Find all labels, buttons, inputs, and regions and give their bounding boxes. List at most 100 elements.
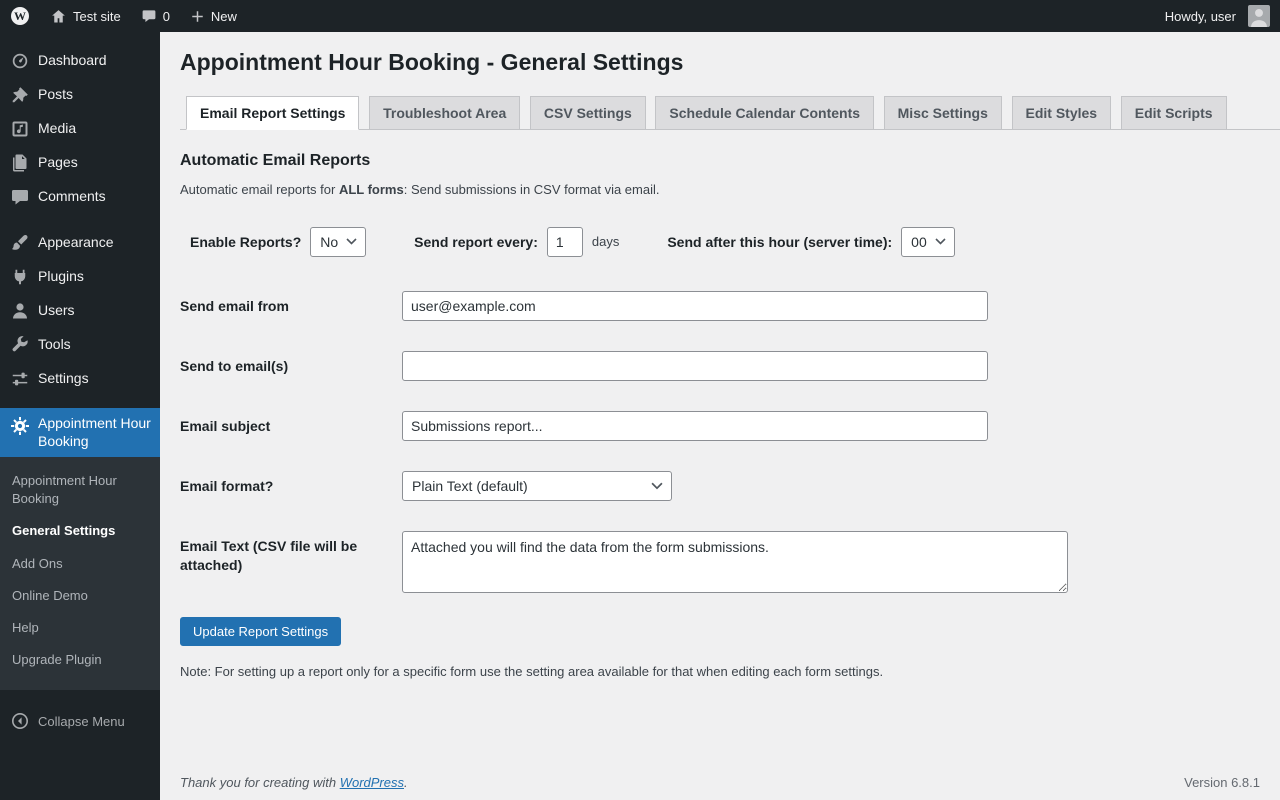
my-account[interactable]: Howdy, user	[1155, 0, 1280, 32]
appointment-submenu: Appointment Hour Booking General Setting…	[0, 457, 160, 690]
intro-suffix: : Send submissions in CSV format via ema…	[404, 182, 660, 197]
site-name-label: Test site	[73, 9, 121, 24]
main-content: Appointment Hour Booking - General Setti…	[160, 32, 1280, 800]
sidebar-item-label: Posts	[38, 86, 73, 104]
sidebar-item-label: Dashboard	[38, 52, 107, 70]
chevron-down-icon	[935, 238, 946, 245]
form-row-email-subject: Email subject	[180, 411, 1260, 441]
chevron-down-icon	[346, 238, 357, 245]
tab-edit-styles[interactable]: Edit Styles	[1012, 96, 1112, 130]
new-label: New	[211, 9, 237, 24]
submenu-item-upgrade-plugin[interactable]: Upgrade Plugin	[0, 644, 160, 676]
email-format-value: Plain Text (default)	[412, 478, 528, 494]
sidebar-item-media[interactable]: Media	[0, 112, 160, 146]
new-content-button[interactable]: New	[180, 0, 247, 32]
plus-icon	[190, 9, 205, 24]
chevron-down-icon	[651, 482, 663, 490]
gear-icon	[10, 416, 30, 436]
report-hour-select[interactable]: 00	[901, 227, 955, 257]
sidebar-item-label: Comments	[38, 188, 106, 206]
page-title: Appointment Hour Booking - General Setti…	[180, 46, 1260, 82]
email-format-select[interactable]: Plain Text (default)	[402, 471, 672, 501]
wordpress-logo[interactable]: W	[0, 0, 40, 32]
pushpin-icon	[10, 85, 30, 105]
wrench-icon	[10, 335, 30, 355]
comments-count: 0	[163, 9, 170, 24]
sidebar-item-label: Pages	[38, 154, 78, 172]
sidebar-item-settings[interactable]: Settings	[0, 362, 160, 396]
tab-troubleshoot-area[interactable]: Troubleshoot Area	[369, 96, 520, 130]
version-label: Version 6.8.1	[1184, 775, 1260, 790]
collapse-menu-label: Collapse Menu	[38, 714, 125, 729]
tab-edit-scripts[interactable]: Edit Scripts	[1121, 96, 1227, 130]
form-row-send-to-emails: Send to email(s)	[180, 351, 1260, 381]
sidebar-item-appointment-hour-booking[interactable]: Appointment Hour Booking	[0, 408, 160, 457]
sidebar-item-label: Appointment Hour Booking	[38, 415, 152, 450]
days-suffix: days	[592, 234, 619, 249]
email-subject-input[interactable]	[402, 411, 988, 441]
sidebar-item-plugins[interactable]: Plugins	[0, 260, 160, 294]
form-row-email-text: Email Text (CSV file will be attached) A…	[180, 531, 1260, 593]
sidebar-item-label: Settings	[38, 370, 89, 388]
sliders-icon	[10, 369, 30, 389]
enable-reports-label: Enable Reports?	[190, 234, 301, 250]
email-text-textarea[interactable]: Attached you will find the data from the…	[402, 531, 1068, 593]
report-hour-value: 00	[911, 234, 927, 250]
menu-separator	[0, 214, 160, 226]
tab-schedule-calendar-contents[interactable]: Schedule Calendar Contents	[655, 96, 874, 130]
tab-misc-settings[interactable]: Misc Settings	[884, 96, 1002, 130]
comment-bubble-icon	[141, 8, 157, 24]
thanks-prefix: Thank you for creating with	[180, 775, 340, 790]
sidebar-item-appearance[interactable]: Appearance	[0, 226, 160, 260]
home-icon	[50, 8, 67, 25]
email-format-label: Email format?	[180, 477, 402, 496]
comments-icon	[10, 187, 30, 207]
submenu-item-add-ons[interactable]: Add Ons	[0, 548, 160, 580]
sidebar-item-label: Plugins	[38, 268, 84, 286]
dashboard-icon	[10, 51, 30, 71]
comments-shortcut[interactable]: 0	[131, 0, 180, 32]
paintbrush-icon	[10, 233, 30, 253]
tab-email-report-settings[interactable]: Email Report Settings	[186, 96, 359, 130]
sidebar-item-label: Tools	[38, 336, 71, 354]
intro-text: Automatic email reports for ALL forms: S…	[180, 182, 1260, 197]
sidebar-item-pages[interactable]: Pages	[0, 146, 160, 180]
user-icon	[10, 301, 30, 321]
admin-menu: Dashboard Posts Media Pages Comments	[0, 32, 160, 800]
avatar	[1248, 5, 1270, 27]
send-email-from-input[interactable]	[402, 291, 988, 321]
submenu-item-appointment-hour-booking[interactable]: Appointment Hour Booking	[0, 465, 160, 515]
sidebar-item-users[interactable]: Users	[0, 294, 160, 328]
sidebar-item-tools[interactable]: Tools	[0, 328, 160, 362]
submenu-item-general-settings[interactable]: General Settings	[0, 515, 160, 547]
admin-bar: W Test site 0 New Howdy, user	[0, 0, 1280, 32]
send-email-from-label: Send email from	[180, 297, 402, 316]
media-icon	[10, 119, 30, 139]
submenu-item-help[interactable]: Help	[0, 612, 160, 644]
sidebar-item-label: Appearance	[38, 234, 114, 252]
collapse-menu-button[interactable]: Collapse Menu	[0, 704, 160, 738]
form-row-email-format: Email format? Plain Text (default)	[180, 471, 1260, 501]
submenu-item-online-demo[interactable]: Online Demo	[0, 580, 160, 612]
site-name-link[interactable]: Test site	[40, 0, 131, 32]
plug-icon	[10, 267, 30, 287]
sidebar-item-dashboard[interactable]: Dashboard	[0, 44, 160, 78]
intro-bold: ALL forms	[339, 182, 404, 197]
sidebar-item-comments[interactable]: Comments	[0, 180, 160, 214]
update-report-settings-button[interactable]: Update Report Settings	[180, 617, 341, 646]
enable-reports-select[interactable]: No	[310, 227, 366, 257]
send-to-emails-label: Send to email(s)	[180, 357, 402, 376]
collapse-arrow-icon	[10, 711, 30, 731]
email-text-label: Email Text (CSV file will be attached)	[180, 537, 402, 575]
report-interval-input[interactable]	[547, 227, 583, 257]
send-to-emails-input[interactable]	[402, 351, 988, 381]
footer-thanks: Thank you for creating with WordPress.	[180, 775, 408, 790]
sidebar-item-label: Media	[38, 120, 76, 138]
settings-tabs: Email Report Settings Troubleshoot Area …	[180, 96, 1280, 130]
sidebar-item-label: Users	[38, 302, 75, 320]
howdy-label: Howdy, user	[1165, 9, 1236, 24]
sidebar-item-posts[interactable]: Posts	[0, 78, 160, 112]
wordpress-link[interactable]: WordPress	[340, 775, 404, 790]
tab-csv-settings[interactable]: CSV Settings	[530, 96, 646, 130]
thanks-suffix: .	[404, 775, 408, 790]
